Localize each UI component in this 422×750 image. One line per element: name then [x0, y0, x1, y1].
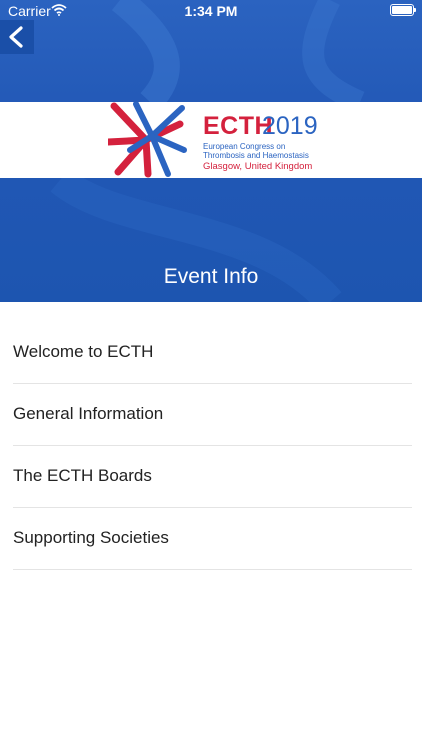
battery-icon	[390, 4, 416, 16]
menu-list: Welcome to ECTH General Information The …	[13, 322, 412, 570]
menu-item-welcome[interactable]: Welcome to ECTH	[13, 322, 412, 384]
banner-year: 2019	[262, 112, 318, 140]
menu-item-label: Welcome to ECTH	[13, 342, 154, 361]
menu-item-ecth-boards[interactable]: The ECTH Boards	[13, 446, 412, 508]
menu-item-general-information[interactable]: General Information	[13, 384, 412, 446]
congress-banner: ECTH 2019 European Congress on Thrombosi…	[0, 102, 422, 178]
ecth-logo-icon	[108, 102, 187, 178]
banner-congress-line1: European Congress on	[203, 142, 286, 151]
menu-item-label: The ECTH Boards	[13, 466, 152, 485]
page-title: Event Info	[163, 265, 259, 288]
banner-congress-name: European Congress on Thrombosis and Haem…	[203, 142, 343, 160]
menu-item-label: General Information	[13, 404, 164, 423]
clock: 1:34 PM	[184, 3, 238, 19]
menu-item-supporting-societies[interactable]: Supporting Societies	[13, 508, 412, 570]
banner-congress-line2: Thrombosis and Haemostasis	[203, 151, 309, 160]
chevron-left-icon	[9, 26, 23, 48]
menu-item-label: Supporting Societies	[13, 528, 169, 547]
banner-location: Glasgow, United Kingdom	[203, 161, 313, 172]
back-button[interactable]	[0, 20, 34, 54]
status-bar: Carrier 1:34 PM	[0, 0, 422, 22]
